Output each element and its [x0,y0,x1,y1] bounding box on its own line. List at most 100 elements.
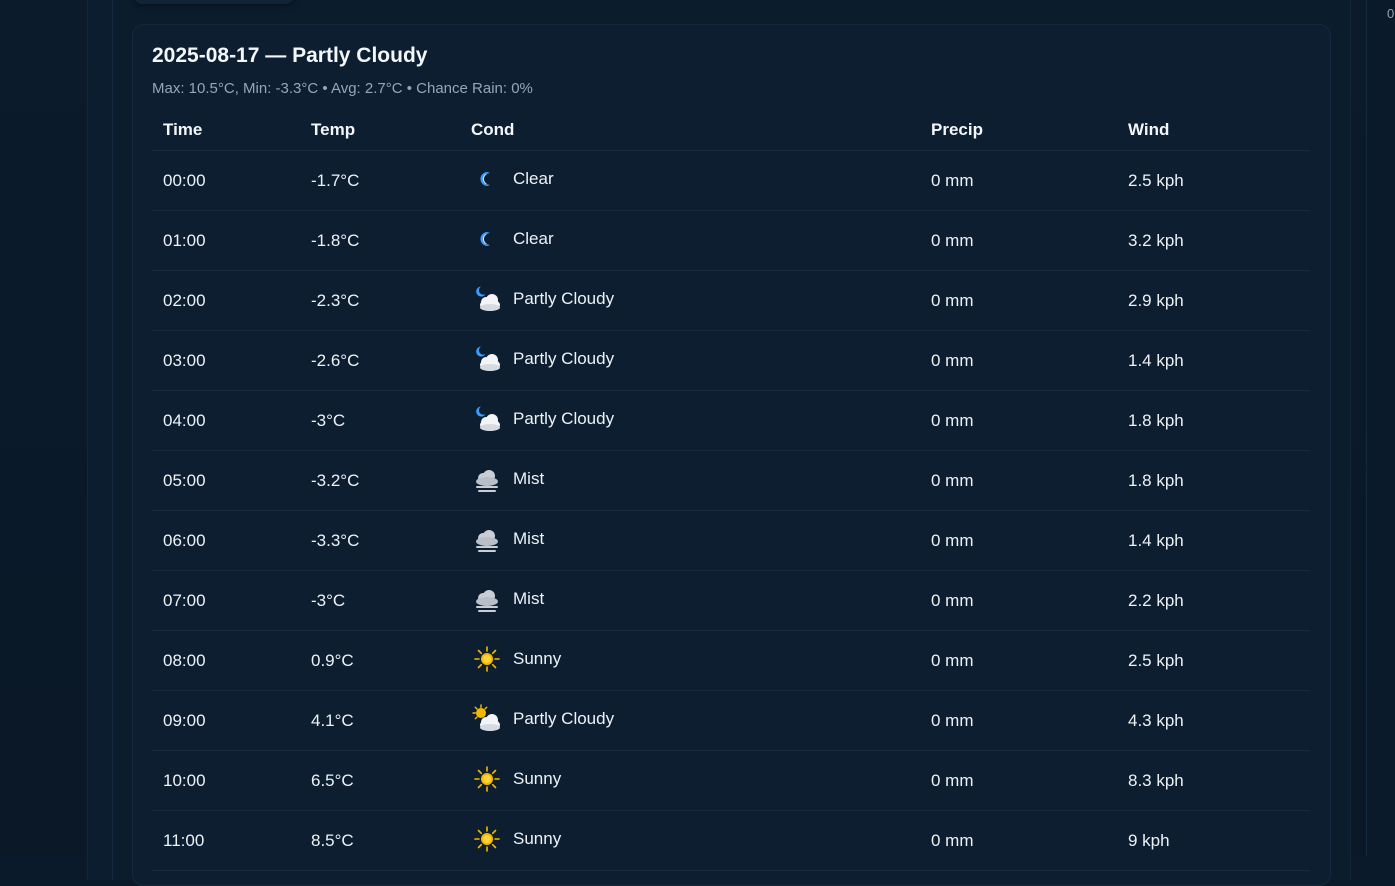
column-header-wind: Wind [1117,110,1310,151]
cell-precip: 0 mm [920,270,1117,331]
table-row: 11:00 8.5°C Sunny 0 mm 9 kph [152,810,1310,871]
cell-temp: -3.3°C [300,510,460,571]
cond-label: Clear [513,168,554,188]
cell-cond: Partly Cloudy [460,390,920,451]
right-side-value: 0 [1387,6,1395,21]
cell-time: 09:00 [152,690,300,751]
table-row: 05:00 -3.2°C Mist 0 mm 1.8 kph [152,450,1310,511]
cell-time: 06:00 [152,510,300,571]
day-title: 2025-08-17 — Partly Cloudy [152,44,428,67]
cell-cond: Clear [460,210,920,271]
cell-wind: 1.8 kph [1117,390,1310,451]
table-row: 08:00 0.9°C Sunny 0 mm 2.5 kph [152,630,1310,691]
column-header-cond: Cond [460,110,920,151]
cell-cond: Mist [460,450,920,511]
column-header-precip: Precip [920,110,1117,151]
cell-time: 00:00 [152,150,300,211]
cell-temp: -2.6°C [300,330,460,391]
cell-wind: 9 kph [1117,810,1310,871]
cell-time: 07:00 [152,570,300,631]
cell-cond: Sunny [460,630,920,691]
cell-precip: 0 mm [920,450,1117,511]
cell-precip: 0 mm [920,150,1117,211]
cell-cond: Partly Cloudy [460,270,920,331]
moon-icon [471,223,503,255]
cell-wind: 1.4 kph [1117,330,1310,391]
mist-icon [471,463,503,495]
cell-cond: Partly Cloudy [460,690,920,751]
cell-precip: 0 mm [920,570,1117,631]
cell-temp: -3.2°C [300,450,460,511]
cell-cond: Mist [460,570,920,631]
moon-icon [471,163,503,195]
cell-time: 03:00 [152,330,300,391]
sun-icon [471,823,503,855]
table-row: 00:00 -1.7°C Clear 0 mm 2.5 kph [152,150,1310,211]
table-row: 10:00 6.5°C Sunny 0 mm 8.3 kph [152,750,1310,811]
cond-label: Mist [513,588,545,608]
partly-cloudy-night-icon [471,403,503,435]
cell-cond: Sunny [460,750,920,811]
cell-time: 11:00 [152,810,300,871]
cell-cond: Partly Cloudy [460,330,920,391]
cond-label: Sunny [513,828,562,848]
cell-precip: 0 mm [920,750,1117,811]
cond-label: Partly Cloudy [513,408,615,428]
cell-precip: 0 mm [920,390,1117,451]
cell-precip: 0 mm [920,690,1117,751]
cell-time: 01:00 [152,210,300,271]
cell-precip: 0 mm [920,210,1117,271]
hourly-forecast-table: Time Temp Cond Precip Wind 00:00 -1.7°C Cl… [152,110,1310,871]
table-row: 03:00 -2.6°C Partly Cloudy 0 mm 1.4 kph [152,330,1310,391]
cell-precip: 0 mm [920,330,1117,391]
cell-temp: -1.8°C [300,210,460,271]
cond-label: Clear [513,228,554,248]
cell-time: 02:00 [152,270,300,331]
cell-temp: -2.3°C [300,270,460,331]
previous-card-edge [134,0,294,4]
cell-cond: Clear [460,150,920,211]
cell-precip: 0 mm [920,630,1117,691]
cond-label: Mist [513,468,545,488]
cond-label: Partly Cloudy [513,348,615,368]
cell-temp: 6.5°C [300,750,460,811]
column-header-temp: Temp [300,110,460,151]
table-body: 00:00 -1.7°C Clear 0 mm 2.5 kph 01:00 -1.8°C Cl… [152,150,1310,871]
cell-time: 05:00 [152,450,300,511]
cell-wind: 1.4 kph [1117,510,1310,571]
cell-time: 08:00 [152,630,300,691]
table-header-row: Time Temp Cond Precip Wind [152,110,1310,151]
cell-temp: -1.7°C [300,150,460,211]
right-side-panel[interactable] [1366,0,1395,856]
partly-cloudy-day-icon [471,703,503,735]
cond-label: Partly Cloudy [513,288,615,308]
cell-wind: 1.8 kph [1117,450,1310,511]
cell-temp: 0.9°C [300,630,460,691]
cell-temp: -3°C [300,390,460,451]
cell-temp: 4.1°C [300,690,460,751]
table-row: 09:00 4.1°C Partly Cloudy 0 mm 4.3 kph [152,690,1310,751]
cell-precip: 0 mm [920,810,1117,871]
mist-icon [471,583,503,615]
sun-icon [471,643,503,675]
sun-icon [471,763,503,795]
cell-time: 10:00 [152,750,300,811]
cell-wind: 2.5 kph [1117,150,1310,211]
cell-cond: Sunny [460,810,920,871]
mist-icon [471,523,503,555]
cond-label: Sunny [513,648,562,668]
cell-wind: 4.3 kph [1117,690,1310,751]
cell-wind: 2.2 kph [1117,570,1310,631]
cond-label: Partly Cloudy [513,708,615,728]
cell-wind: 3.2 kph [1117,210,1310,271]
table-row: 04:00 -3°C Partly Cloudy 0 mm 1.8 kph [152,390,1310,451]
cell-temp: -3°C [300,570,460,631]
table-row: 06:00 -3.3°C Mist 0 mm 1.4 kph [152,510,1310,571]
day-summary: Max: 10.5°C, Min: -3.3°C • Avg: 2.7°C • … [152,80,533,97]
table-row: 02:00 -2.3°C Partly Cloudy 0 mm 2.9 kph [152,270,1310,331]
cell-precip: 0 mm [920,510,1117,571]
cell-time: 04:00 [152,390,300,451]
column-header-time: Time [152,110,300,151]
cell-cond: Mist [460,510,920,571]
table-row: 07:00 -3°C Mist 0 mm 2.2 kph [152,570,1310,631]
